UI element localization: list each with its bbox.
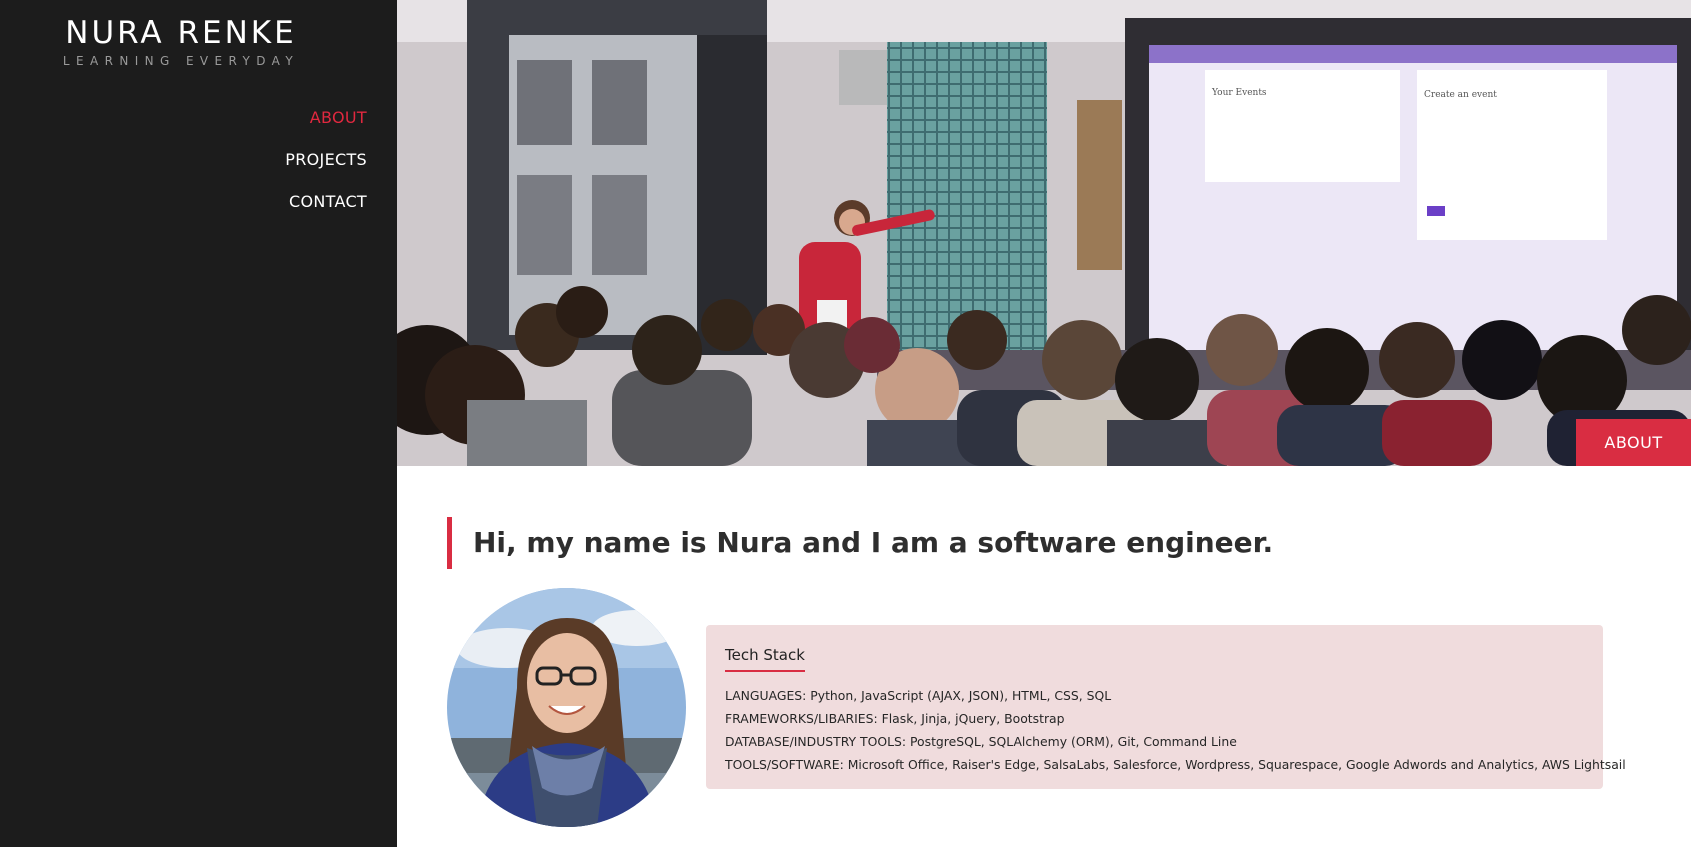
screen-right-title: Create an event [1424, 90, 1497, 100]
tech-stack-card: Tech Stack LANGUAGES: Python, JavaScript… [706, 625, 1626, 789]
avatar-photo [447, 588, 686, 827]
brand[interactable]: NURA RENKE LEARNING EVERYDAY [0, 14, 362, 68]
tech-stack-tools: TOOLS/SOFTWARE: Microsoft Office, Raiser… [725, 757, 1626, 772]
intro-heading: Hi, my name is Nura and I am a software … [447, 517, 1273, 569]
hero-banner: Your Events Create an event ABOUT [397, 0, 1691, 466]
avatar [447, 588, 686, 827]
hero-photo: Your Events Create an event [397, 0, 1691, 466]
sidebar: NURA RENKE LEARNING EVERYDAY ABOUT PROJE… [0, 0, 397, 847]
nav-item-projects[interactable]: PROJECTS [285, 146, 367, 188]
section-badge-about: ABOUT [1576, 419, 1691, 466]
tech-stack-languages: LANGUAGES: Python, JavaScript (AJAX, JSO… [725, 688, 1112, 703]
tech-stack-title: Tech Stack [725, 646, 805, 672]
nav-item-contact[interactable]: CONTACT [285, 188, 367, 230]
tech-stack-frameworks: FRAMEWORKS/LIBARIES: Flask, Jinja, jQuer… [725, 711, 1065, 726]
tech-stack-database: DATABASE/INDUSTRY TOOLS: PostgreSQL, SQL… [725, 734, 1237, 749]
brand-tagline: LEARNING EVERYDAY [62, 54, 300, 68]
screen-left-title: Your Events [1211, 88, 1267, 98]
main-nav: ABOUT PROJECTS CONTACT [285, 104, 367, 230]
nav-item-about[interactable]: ABOUT [285, 104, 367, 146]
tech-stack-list: LANGUAGES: Python, JavaScript (AJAX, JSO… [725, 684, 1626, 776]
intro-text: Hi, my name is Nura and I am a software … [473, 526, 1274, 559]
brand-name[interactable]: NURA RENKE [0, 14, 362, 52]
